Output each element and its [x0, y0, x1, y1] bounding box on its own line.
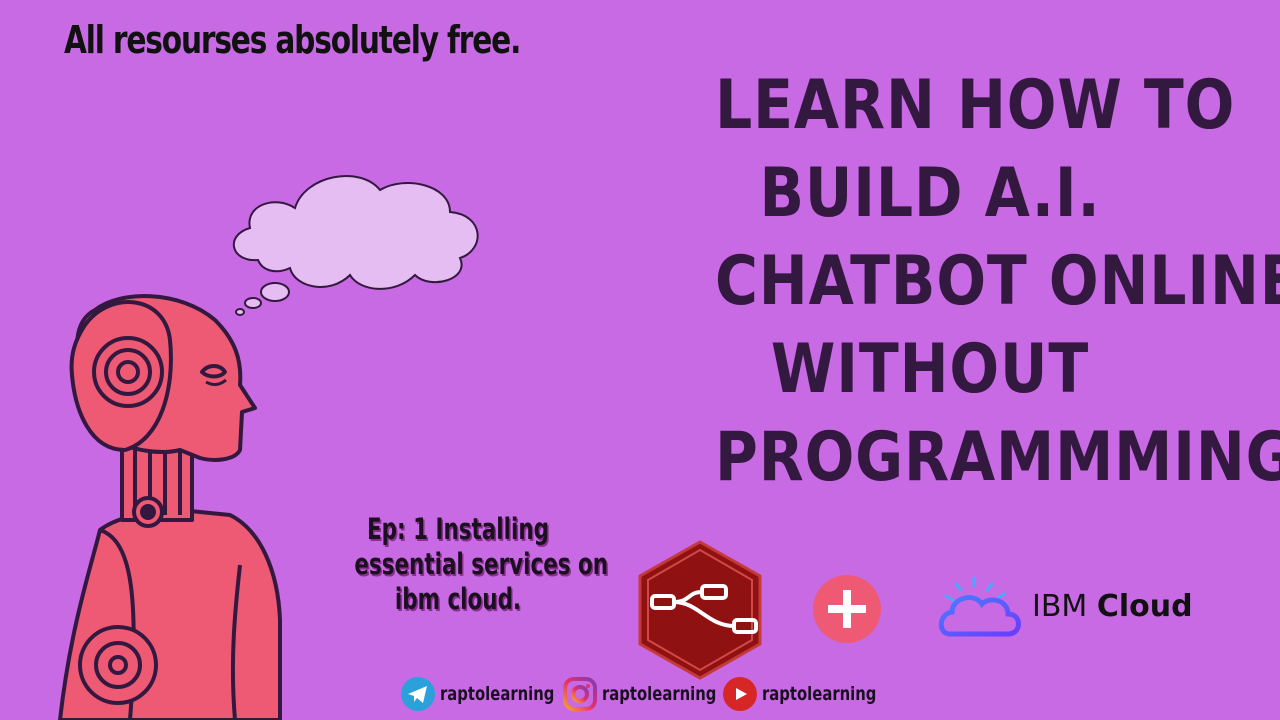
youtube-icon — [723, 677, 757, 711]
social-youtube[interactable]: raptolearning — [722, 676, 909, 712]
node-red-logo — [638, 540, 762, 680]
ibm-brand-text: IBM — [1032, 589, 1088, 624]
tagline: All resourses absolutely free. — [64, 18, 521, 62]
ibm-product-text: Cloud — [1096, 589, 1193, 624]
headline-line: Learn how to — [715, 66, 1236, 145]
headline: Learn how to build A.I. chatbot online w… — [680, 62, 1280, 502]
instagram-icon — [563, 677, 597, 711]
episode-line: Ep: 1 Installing — [367, 512, 549, 546]
social-handle: raptolearning — [440, 683, 555, 705]
headline-line: programmming! — [715, 418, 1280, 497]
episode-line: ibm cloud. — [394, 582, 522, 616]
ibm-cloud-icon — [938, 576, 1021, 637]
headline-line: without — [770, 330, 1090, 409]
episode-line: essential services on — [354, 547, 609, 581]
episode-caption: Ep: 1 Installing essential services on i… — [318, 512, 609, 617]
social-telegram[interactable]: raptolearning — [400, 676, 587, 712]
social-handle: raptolearning — [762, 683, 877, 705]
social-instagram[interactable]: raptolearning — [562, 676, 749, 712]
robot-illustration — [58, 175, 479, 720]
plus-icon — [813, 575, 881, 643]
headline-line: chatbot online — [715, 242, 1280, 321]
ibm-cloud-wordmark: IBM Cloud — [1032, 589, 1193, 624]
thought-cloud — [232, 175, 479, 316]
telegram-icon — [401, 677, 435, 711]
social-handle: raptolearning — [602, 683, 717, 705]
headline-line: build A.I. — [759, 154, 1101, 233]
